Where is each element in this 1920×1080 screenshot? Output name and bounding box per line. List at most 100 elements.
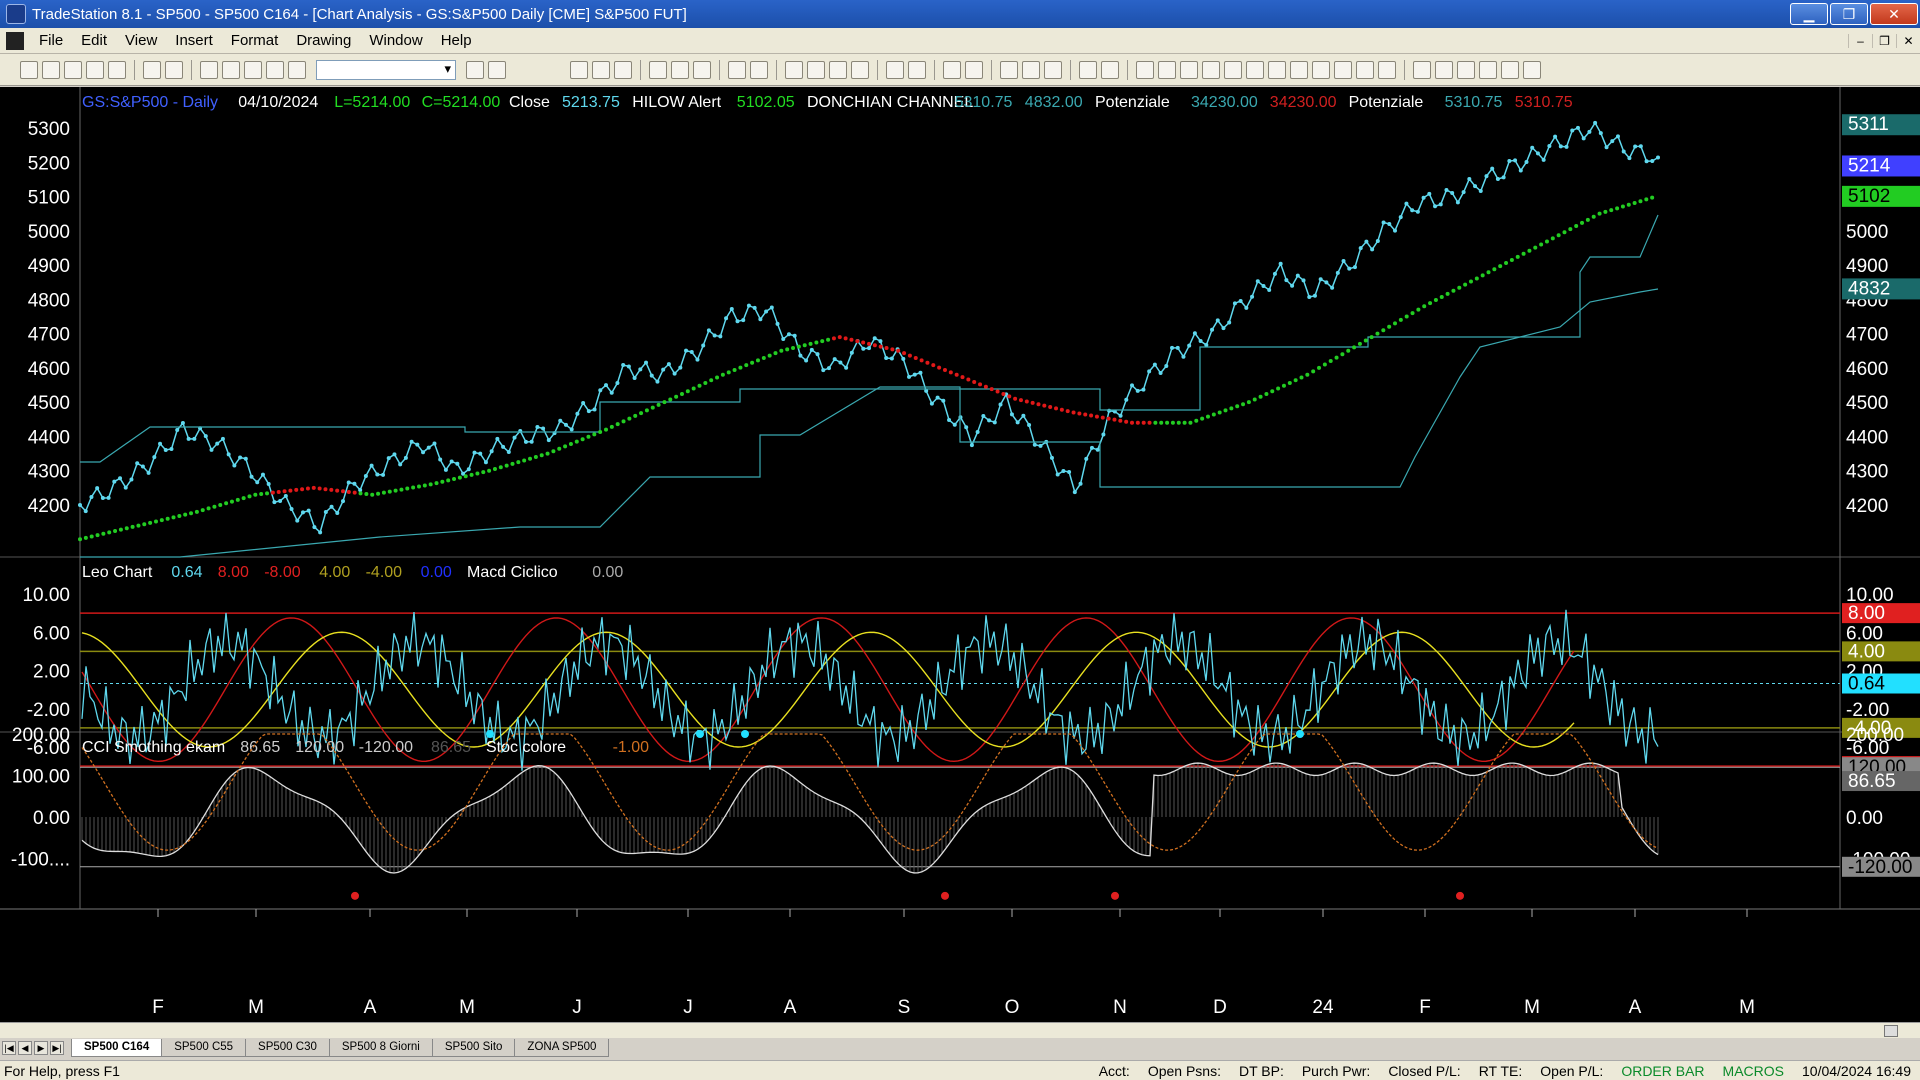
horizontal-scrollbar[interactable] — [0, 1022, 1920, 1038]
zoom-search-icon[interactable] — [488, 60, 506, 79]
tab-next-icon[interactable]: ▶ — [34, 1041, 48, 1055]
print-preview-icon[interactable] — [165, 60, 183, 79]
save-icon[interactable] — [64, 60, 82, 79]
price-point — [152, 455, 157, 460]
menu-format[interactable]: Format — [222, 32, 288, 49]
arc-icon[interactable] — [1356, 60, 1374, 79]
menu-file[interactable]: File — [30, 32, 72, 49]
menu-help[interactable]: Help — [432, 32, 481, 49]
chart-window-icon[interactable] — [6, 31, 24, 50]
window-icon[interactable] — [200, 60, 218, 79]
child-close-button[interactable]: ✕ — [1896, 33, 1920, 48]
minimize-button[interactable]: ▁ — [1790, 3, 1828, 25]
price-point — [1587, 129, 1592, 134]
tab-first-icon[interactable]: |◀ — [2, 1041, 16, 1055]
arrow-both-icon[interactable] — [1312, 60, 1330, 79]
tools-icon[interactable] — [266, 60, 284, 79]
close-button[interactable]: ✕ — [1870, 3, 1918, 25]
hilow-dot-green — [1433, 298, 1438, 303]
tab-sp500-8-giorni[interactable]: SP500 8 Giorni — [328, 1039, 433, 1057]
price-chart[interactable]: 5300530052005200510051005000500049004900… — [0, 87, 1920, 1022]
trendline-icon[interactable] — [1136, 60, 1154, 79]
window2-icon[interactable] — [222, 60, 240, 79]
bar-type2-icon[interactable] — [807, 60, 825, 79]
scroll-thumb[interactable] — [1884, 1025, 1898, 1037]
symbol-dropdown[interactable] — [316, 59, 456, 80]
layout2-icon[interactable] — [592, 60, 610, 79]
hilow-dot-green — [253, 492, 258, 497]
layout3-icon[interactable] — [614, 60, 632, 79]
menu-drawing[interactable]: Drawing — [287, 32, 360, 49]
badge-low: 4832 — [1848, 278, 1890, 299]
format-icon[interactable] — [1101, 60, 1119, 79]
tab-prev-icon[interactable]: ◀ — [18, 1041, 32, 1055]
compress-icon[interactable] — [886, 60, 904, 79]
price-point — [203, 434, 208, 439]
zoom-in-icon[interactable] — [943, 60, 961, 79]
open-icon[interactable] — [42, 60, 60, 79]
indicator2-icon[interactable] — [671, 60, 689, 79]
analysis1-icon[interactable] — [728, 60, 746, 79]
freehand-icon[interactable] — [1378, 60, 1396, 79]
leo-chart-label: Leo Chart — [82, 564, 153, 581]
tab-sp500-c55[interactable]: SP500 C55 — [161, 1039, 247, 1057]
andrews-icon[interactable] — [1268, 60, 1286, 79]
indicator1-icon[interactable] — [649, 60, 667, 79]
ellipse-icon[interactable] — [1479, 60, 1497, 79]
status-order-bar[interactable]: ORDER BAR — [1612, 1063, 1713, 1079]
folder-icon[interactable] — [108, 60, 126, 79]
vertical-line-icon[interactable] — [1180, 60, 1198, 79]
hilow-dot-green — [165, 516, 170, 521]
copy-icon[interactable] — [86, 60, 104, 79]
bar-type4-icon[interactable] — [851, 60, 869, 79]
tab-sp500-c30[interactable]: SP500 C30 — [245, 1039, 330, 1057]
fib-icon[interactable] — [1224, 60, 1242, 79]
arrow-marker-icon[interactable] — [1457, 60, 1475, 79]
new-icon[interactable] — [20, 60, 38, 79]
text-icon[interactable] — [1523, 60, 1541, 79]
data-window-icon[interactable] — [1079, 60, 1097, 79]
tab-sp500-c164[interactable]: SP500 C164 — [71, 1039, 163, 1057]
chart-analysis-window[interactable]: 5300530052005200510051005000500049004900… — [0, 87, 1920, 1022]
menu-edit[interactable]: Edit — [72, 32, 116, 49]
analysis2-icon[interactable] — [750, 60, 768, 79]
horizontal-line-icon[interactable] — [1158, 60, 1176, 79]
zoom-out-icon[interactable] — [965, 60, 983, 79]
print-icon[interactable] — [143, 60, 161, 79]
status-macros[interactable]: MACROS — [1714, 1063, 1793, 1079]
pointer-icon[interactable] — [1000, 60, 1018, 79]
layout1-icon[interactable] — [570, 60, 588, 79]
hilow-dot-red — [341, 489, 345, 494]
gann-icon[interactable] — [1246, 60, 1264, 79]
globe-icon[interactable] — [288, 60, 306, 79]
price-point — [1290, 283, 1295, 288]
crosshair-icon[interactable] — [1022, 60, 1040, 79]
price-point — [312, 525, 317, 530]
lock-icon[interactable] — [244, 60, 262, 79]
rectangle-icon[interactable] — [1501, 60, 1519, 79]
price-point — [438, 457, 443, 462]
channel-icon[interactable] — [1202, 60, 1220, 79]
hammer-icon[interactable] — [1044, 60, 1062, 79]
child-minimize-button[interactable]: – — [1848, 33, 1872, 48]
menu-window[interactable]: Window — [360, 32, 431, 49]
tab-sp500-sito[interactable]: SP500 Sito — [431, 1039, 516, 1057]
arrow-right-icon[interactable] — [466, 60, 484, 79]
child-restore-button[interactable]: ❐ — [1872, 33, 1896, 48]
menu-view[interactable]: View — [116, 32, 166, 49]
tab-zona-sp500[interactable]: ZONA SP500 — [514, 1039, 610, 1057]
speed-lines-icon[interactable] — [1290, 60, 1308, 79]
indicator3-icon[interactable] — [693, 60, 711, 79]
bar-type1-icon[interactable] — [785, 60, 803, 79]
price-point — [1530, 145, 1535, 150]
arrow-down-icon[interactable] — [1435, 60, 1453, 79]
hilow-dot-red — [1036, 402, 1041, 407]
price-point — [775, 321, 780, 326]
menu-insert[interactable]: Insert — [166, 32, 222, 49]
bar-type3-icon[interactable] — [829, 60, 847, 79]
pitchfork-icon[interactable] — [1334, 60, 1352, 79]
expand-icon[interactable] — [908, 60, 926, 79]
arrow-up-icon[interactable] — [1413, 60, 1431, 79]
maximize-button[interactable]: ❐ — [1830, 3, 1868, 25]
tab-last-icon[interactable]: ▶| — [50, 1041, 64, 1055]
